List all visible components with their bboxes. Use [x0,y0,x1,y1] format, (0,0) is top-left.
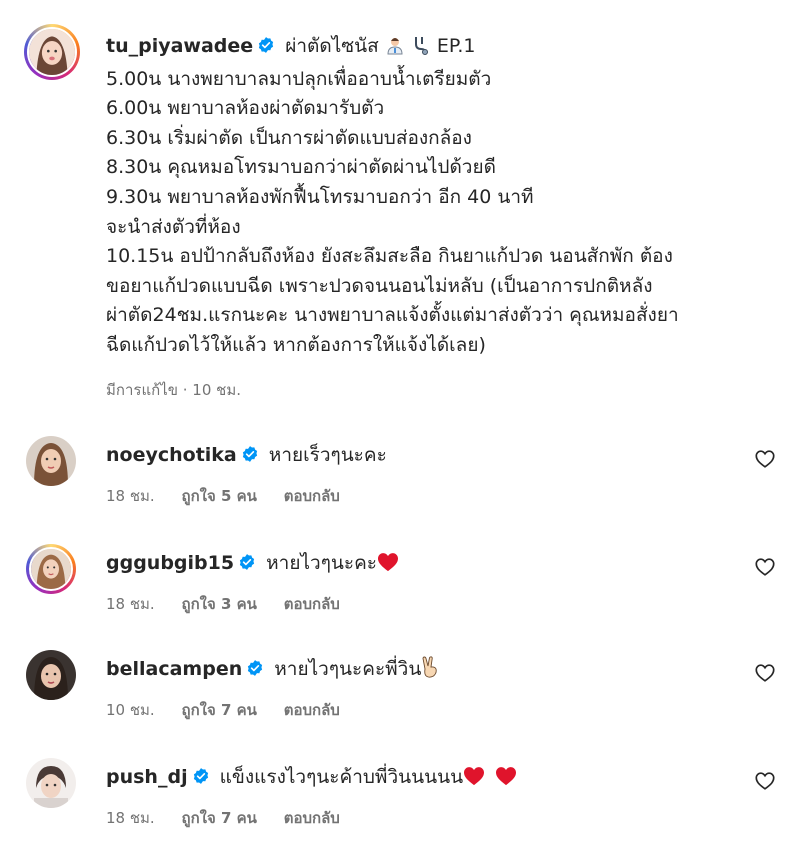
caption-line: 6.30น เริ่มผ่าตัด เป็นการผ่าตัดแบบส่องกล… [106,126,472,149]
comment-item: gggubgib15 หายไวๆนะคะ 18 ชม. ถูกใจ 3 คน … [24,544,784,634]
comment-item: bellacampen หายไวๆนะคะพี่วิน 10 ชม. ถูกใ… [24,650,784,740]
comment-likes[interactable]: ถูกใจ 7 คน [181,701,256,719]
verified-badge-icon [248,660,263,676]
like-heart-icon[interactable] [754,662,776,684]
avatar-photo [26,758,76,808]
comment-likes[interactable]: ถูกใจ 5 คน [181,487,256,505]
avatar-photo [29,29,75,75]
red-heart-emoji-icon [464,767,485,786]
like-heart-icon[interactable] [754,770,776,792]
commenter-avatar[interactable] [26,544,76,594]
verified-badge-icon [242,446,257,462]
health-worker-emoji-icon [385,35,405,65]
avatar-photo [26,650,76,700]
comment-username[interactable]: gggubgib15 [106,552,234,574]
comment-text: หายไวๆนะคะ [266,552,378,574]
red-heart-emoji-icon [496,767,517,786]
post-title: ผ่าตัดไซนัส [285,35,379,57]
reply-button[interactable]: ตอบกลับ [284,701,340,719]
commenter-avatar[interactable] [26,436,76,486]
comment-text: หายเร็วๆนะคะ [268,444,387,466]
verified-badge-icon [193,768,208,784]
reply-button[interactable]: ตอบกลับ [284,809,340,827]
comment-time: 18 ชม. [106,809,155,827]
like-heart-icon[interactable] [754,556,776,578]
caption-line: ผ่าตัด24ชม.แรกนะคะ นางพยาบาลแจ้งตั้งแต่ม… [106,304,679,327]
commenter-avatar[interactable] [26,650,76,700]
reply-button[interactable]: ตอบกลับ [284,487,340,505]
comment-text: หายไวๆนะคะพี่วิน [274,658,422,680]
commenter-avatar[interactable] [26,758,76,808]
comment-username[interactable]: bellacampen [106,658,242,680]
caption-line: 6.00น พยาบาลห้องผ่าตัดมารับตัว [106,97,385,120]
comment-username[interactable]: push_dj [106,766,188,788]
comment-likes[interactable]: ถูกใจ 7 คน [181,809,256,827]
comment-time: 18 ชม. [106,487,155,505]
verified-badge-icon [259,37,274,53]
victory-hand-emoji-icon [421,656,439,683]
comment-text: แข็งแรงไวๆนะค้าบพี่วินนนนน [219,766,464,788]
red-heart-emoji-icon [378,553,399,572]
comment-time: 18 ชม. [106,595,155,613]
caption-line: 8.30น คุณหมอโทรมาบอกว่าผ่าตัดผ่านไปด้วยด… [106,156,496,179]
avatar-photo [31,549,71,589]
caption-line: 5.00น นางพยาบาลมาปลุกเพื่ออาบน้ำเตรียมตั… [106,67,492,90]
post-author-avatar[interactable] [24,24,80,80]
reply-button[interactable]: ตอบกลับ [284,595,340,613]
post-edited-time: มีการแก้ไข · 10 ชม. [106,381,241,399]
comment-item: noeychotika หายเร็วๆนะคะ 18 ชม. ถูกใจ 5 … [24,436,784,526]
caption-line: ขอยาแก้ปวดแบบฉีด เพราะปวดจนนอนไม่หลับ (เ… [106,274,653,297]
caption-line: ฉีดแก้ปวดไว้ให้แล้ว หากต้องการให้แจ้งได้… [106,333,486,356]
comment-time: 10 ชม. [106,701,155,719]
post-episode: EP.1 [436,35,476,57]
like-heart-icon[interactable] [754,448,776,470]
caption-line: จะนำส่งตัวที่ห้อง [106,215,241,238]
verified-badge-icon [239,554,255,570]
avatar-photo [26,436,76,486]
post-username[interactable]: tu_piyawadee [106,35,253,57]
comment-username[interactable]: noeychotika [106,444,237,466]
comment-likes[interactable]: ถูกใจ 3 คน [181,595,256,613]
stethoscope-emoji-icon [411,35,431,65]
caption-line: 9.30น พยาบาลห้องพักฟื้นโทรมาบอกว่า อีก 4… [106,185,534,208]
caption-line: 10.15น อปป้ากลับถึงห้อง ยังสะลึมสะลือ กิ… [106,245,673,268]
comment-item: push_dj แข็งแรงไวๆนะค้าบพี่วินนนนน 18 ชม… [24,758,784,848]
